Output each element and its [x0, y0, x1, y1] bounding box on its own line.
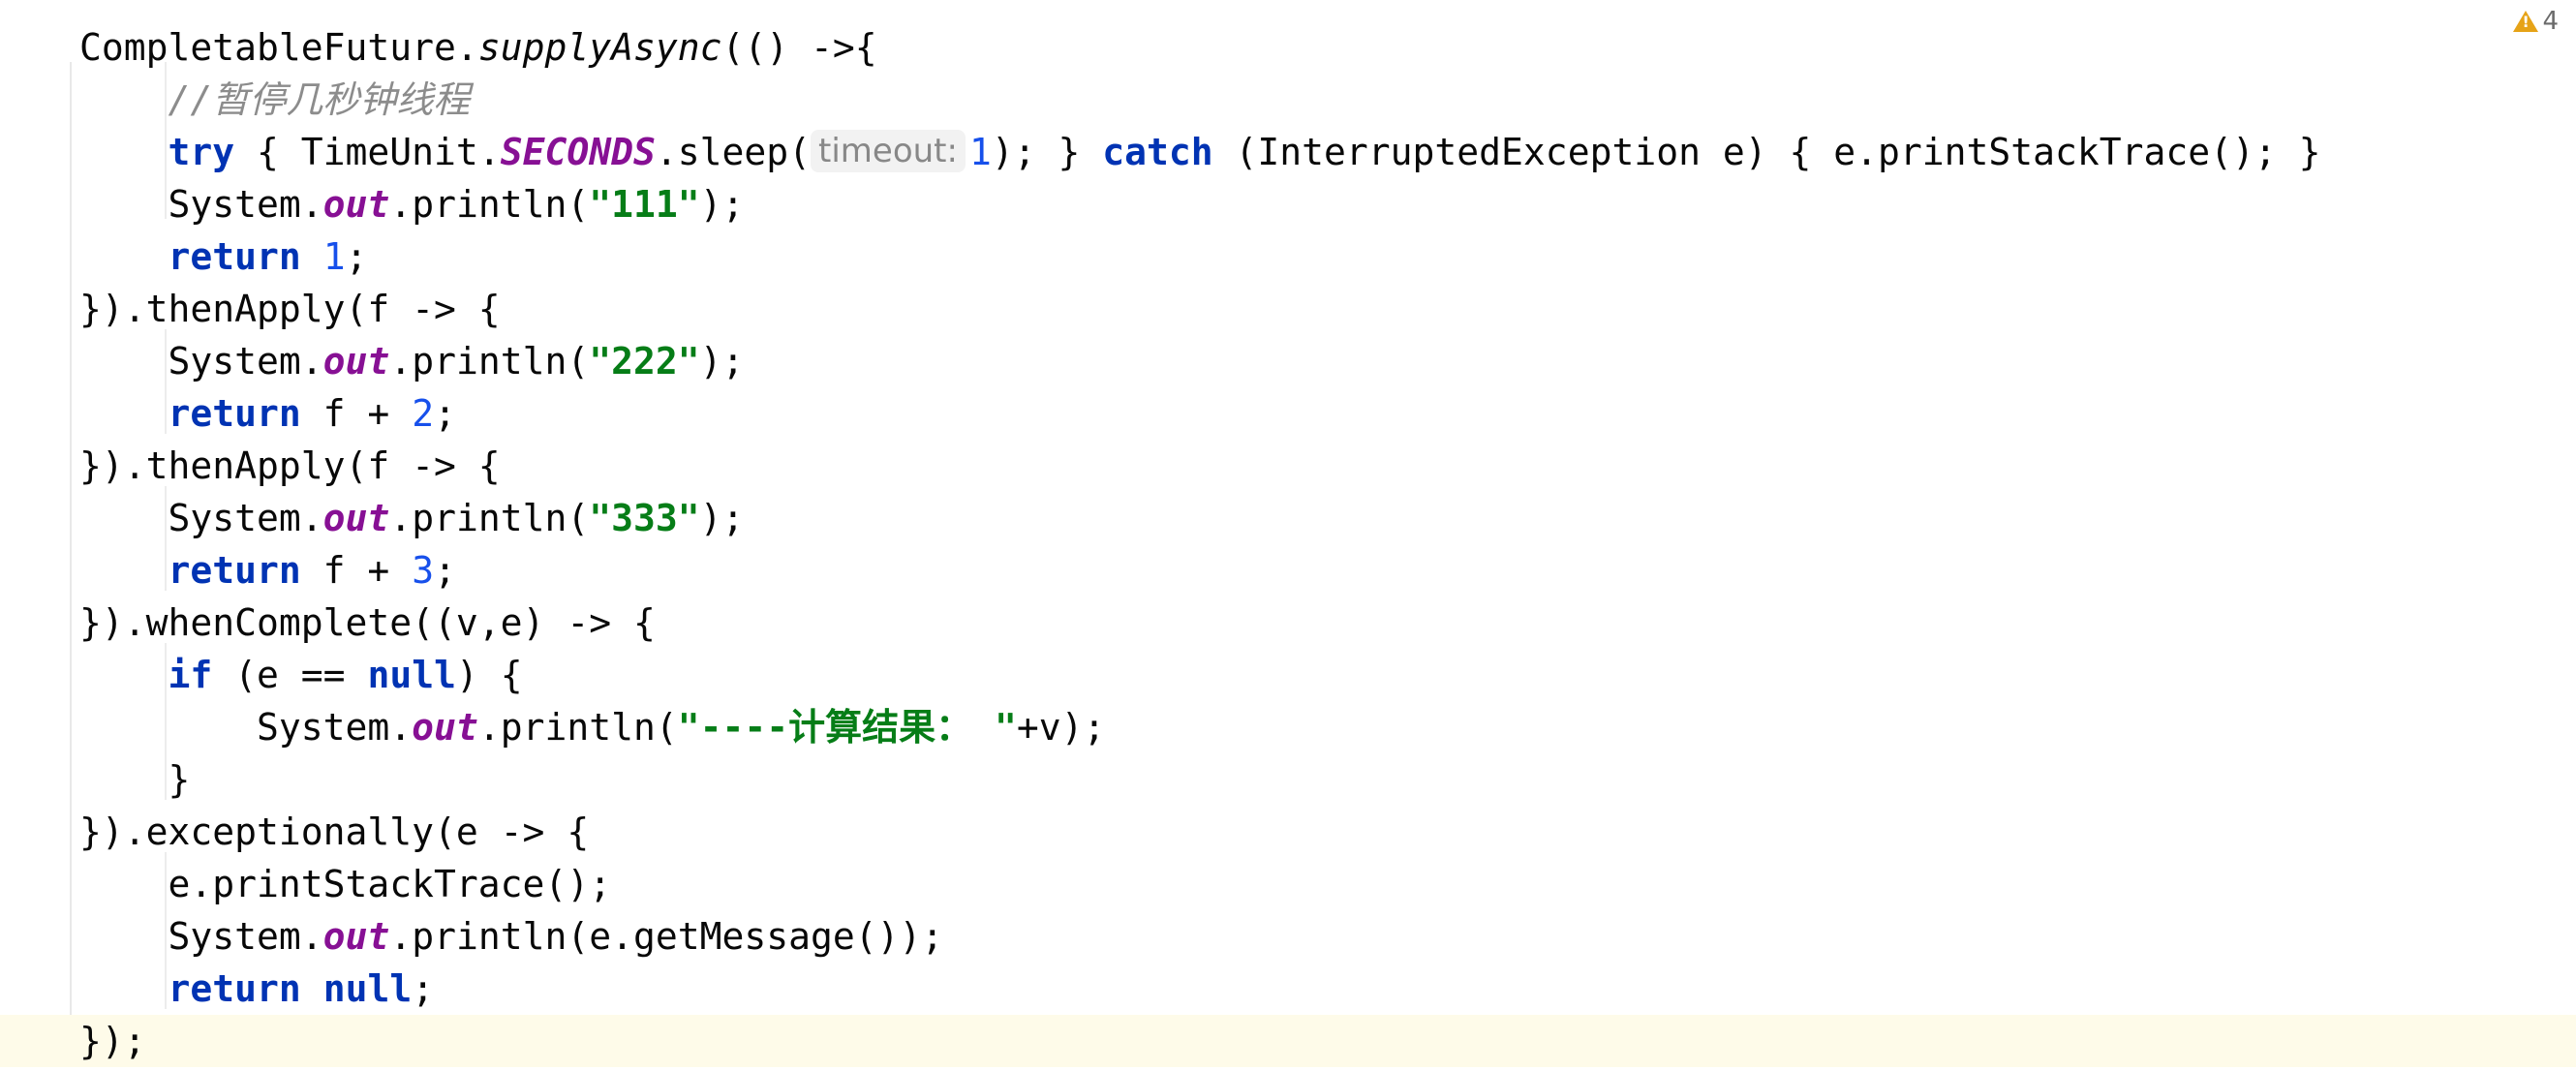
code-line-15[interactable]: } [79, 753, 191, 806]
code-string: "----计算结果： " [677, 706, 1017, 749]
code-keyword: return [168, 549, 301, 592]
code-keyword: null [367, 654, 456, 696]
code-token: (InterruptedException e) { e.printStackT… [1212, 131, 2321, 173]
code-static-field: out [322, 340, 390, 382]
code-line-6[interactable]: }).thenApply(f -> { [79, 283, 501, 335]
code-static-field: SECONDS [500, 131, 656, 173]
code-keyword: return [168, 392, 301, 435]
code-editor[interactable]: · 4 CompletableFuture.supplyAsync(() ->{… [0, 0, 2576, 1071]
code-line-16[interactable]: }).exceptionally(e -> { [79, 806, 589, 858]
code-token: .sleep( [655, 131, 812, 173]
code-token: ); [699, 497, 745, 539]
code-token: ; [434, 549, 456, 592]
code-line-12[interactable]: }).whenComplete((v,e) -> { [79, 597, 656, 649]
code-line-4[interactable]: System.out.println("111"); [79, 178, 745, 230]
code-static-field: out [322, 183, 390, 226]
code-keyword: null [322, 967, 413, 1010]
code-line-19[interactable]: return null; [79, 963, 435, 1015]
code-token: System. [79, 340, 323, 382]
code-line-17[interactable]: e.printStackTrace(); [79, 858, 612, 910]
code-line-18[interactable]: System.out.println(e.getMessage()); [79, 910, 944, 963]
code-string: "333" [589, 497, 700, 539]
code-token: System. [79, 915, 323, 958]
code-token: } [79, 758, 191, 801]
code-token: .println( [477, 706, 678, 749]
code-token: .println( [389, 183, 590, 226]
code-line-14[interactable]: System.out.println("----计算结果： "+v); [79, 701, 1105, 753]
code-keyword: return [168, 967, 301, 1010]
code-token: (() ->{ [721, 26, 877, 69]
warning-count: 4 [2542, 7, 2559, 36]
code-token: supplyAsync [477, 26, 722, 69]
code-keyword: return [168, 235, 301, 278]
code-token: ); } [991, 131, 1103, 173]
code-token: { TimeUnit. [234, 131, 501, 173]
code-token: ); [699, 183, 745, 226]
code-number: 3 [412, 549, 435, 592]
current-line-highlight [0, 1015, 2576, 1067]
code-line-11[interactable]: return f + 3; [79, 544, 456, 597]
code-number: 2 [412, 392, 435, 435]
code-token: }).whenComplete((v,e) -> { [79, 601, 656, 644]
code-token: .println(e.getMessage()); [389, 915, 944, 958]
code-token: }).thenApply(f -> { [79, 444, 501, 487]
editor-gutter [0, 0, 70, 1071]
code-number: 1 [968, 131, 992, 173]
code-line-3[interactable]: try { TimeUnit.SECONDS.sleep(timeout: 1);… [79, 126, 2321, 178]
code-token: }).exceptionally(e -> { [79, 811, 590, 853]
code-token: System. [79, 497, 323, 539]
code-token: ) { [455, 654, 523, 696]
code-token: CompletableFuture. [79, 26, 478, 69]
code-token: System. [79, 706, 413, 749]
code-line-2[interactable]: //暂停几秒钟线程 [79, 74, 471, 126]
code-token: (e == [212, 654, 368, 696]
code-comment: //暂停几秒钟线程 [168, 78, 471, 121]
code-line-7[interactable]: System.out.println("222"); [79, 335, 745, 387]
code-static-field: out [322, 497, 390, 539]
code-token: f + [300, 392, 413, 435]
code-token: }); [79, 1020, 146, 1062]
code-static-field: out [322, 915, 390, 958]
warning-indicator[interactable]: 4 [2513, 2, 2559, 41]
code-token: ; [345, 235, 368, 278]
code-token: ); [699, 340, 745, 382]
code-line-8[interactable]: return f + 2; [79, 387, 456, 440]
warning-icon [2513, 11, 2539, 32]
gutter-border [70, 62, 72, 1030]
code-static-field: out [412, 706, 478, 749]
code-token: ; [434, 392, 456, 435]
code-string: "111" [589, 183, 700, 226]
code-token: System. [79, 183, 323, 226]
code-token: +v); [1016, 706, 1106, 749]
code-line-20[interactable]: }); [79, 1015, 146, 1067]
code-token: e.printStackTrace(); [79, 863, 612, 905]
code-keyword: if [168, 654, 213, 696]
code-line-9[interactable]: }).thenApply(f -> { [79, 440, 501, 492]
code-token: .println( [389, 497, 590, 539]
code-line-5[interactable]: return 1; [79, 230, 368, 283]
code-line-1[interactable]: CompletableFuture.supplyAsync(() ->{ [79, 21, 877, 74]
code-keyword: catch [1102, 131, 1213, 173]
code-token: .println( [389, 340, 590, 382]
parameter-hint: timeout: [811, 130, 966, 172]
code-token: ; [412, 967, 435, 1010]
code-token: f + [300, 549, 413, 592]
code-token: }).thenApply(f -> { [79, 288, 501, 330]
code-line-10[interactable]: System.out.println("333"); [79, 492, 745, 544]
code-string: "222" [589, 340, 700, 382]
code-keyword: try [168, 131, 235, 173]
code-number: 1 [322, 235, 346, 278]
code-line-13[interactable]: if (e == null) { [79, 649, 523, 701]
